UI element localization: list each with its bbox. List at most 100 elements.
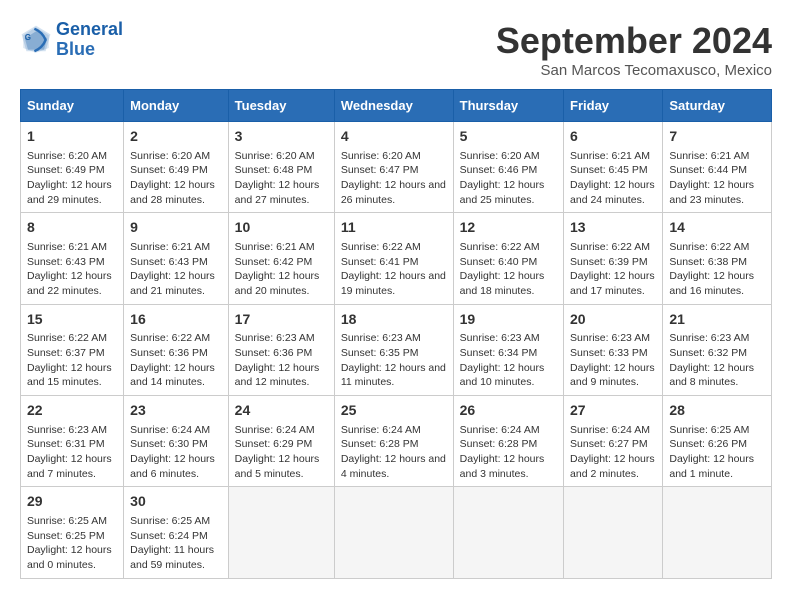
day-cell: 29Sunrise: 6:25 AMSunset: 6:25 PMDayligh… xyxy=(21,487,124,578)
sunrise: Sunrise: 6:23 AM xyxy=(669,332,749,344)
day-number: 9 xyxy=(130,218,222,238)
sunset: Sunset: 6:49 PM xyxy=(130,164,208,176)
sunrise: Sunrise: 6:24 AM xyxy=(130,424,210,436)
daylight: Daylight: 12 hours and 4 minutes. xyxy=(341,453,446,480)
sunrise: Sunrise: 6:22 AM xyxy=(460,241,540,253)
sunrise: Sunrise: 6:20 AM xyxy=(235,150,315,162)
sunset: Sunset: 6:31 PM xyxy=(27,438,105,450)
day-cell: 30Sunrise: 6:25 AMSunset: 6:24 PMDayligh… xyxy=(124,487,229,578)
day-cell: 16Sunrise: 6:22 AMSunset: 6:36 PMDayligh… xyxy=(124,304,229,395)
daylight: Daylight: 12 hours and 25 minutes. xyxy=(460,179,545,206)
day-number: 22 xyxy=(27,401,117,421)
day-cell: 11Sunrise: 6:22 AMSunset: 6:41 PMDayligh… xyxy=(334,213,453,304)
col-header-sunday: Sunday xyxy=(21,90,124,122)
sunrise: Sunrise: 6:21 AM xyxy=(27,241,107,253)
daylight: Daylight: 12 hours and 0 minutes. xyxy=(27,544,112,571)
day-number: 4 xyxy=(341,127,447,147)
day-number: 19 xyxy=(460,310,557,330)
day-number: 7 xyxy=(669,127,765,147)
daylight: Daylight: 12 hours and 2 minutes. xyxy=(570,453,655,480)
day-cell xyxy=(334,487,453,578)
daylight: Daylight: 12 hours and 7 minutes. xyxy=(27,453,112,480)
daylight: Daylight: 12 hours and 14 minutes. xyxy=(130,362,215,389)
day-cell: 10Sunrise: 6:21 AMSunset: 6:42 PMDayligh… xyxy=(228,213,334,304)
day-cell: 26Sunrise: 6:24 AMSunset: 6:28 PMDayligh… xyxy=(453,396,563,487)
week-row-1: 1Sunrise: 6:20 AMSunset: 6:49 PMDaylight… xyxy=(21,122,772,213)
day-cell: 27Sunrise: 6:24 AMSunset: 6:27 PMDayligh… xyxy=(564,396,663,487)
col-header-tuesday: Tuesday xyxy=(228,90,334,122)
day-cell: 14Sunrise: 6:22 AMSunset: 6:38 PMDayligh… xyxy=(663,213,772,304)
sunrise: Sunrise: 6:24 AM xyxy=(570,424,650,436)
sunrise: Sunrise: 6:22 AM xyxy=(27,332,107,344)
sunrise: Sunrise: 6:22 AM xyxy=(570,241,650,253)
day-number: 20 xyxy=(570,310,656,330)
daylight: Daylight: 12 hours and 27 minutes. xyxy=(235,179,320,206)
sunrise: Sunrise: 6:25 AM xyxy=(130,515,210,527)
day-cell: 24Sunrise: 6:24 AMSunset: 6:29 PMDayligh… xyxy=(228,396,334,487)
day-cell: 17Sunrise: 6:23 AMSunset: 6:36 PMDayligh… xyxy=(228,304,334,395)
day-cell: 1Sunrise: 6:20 AMSunset: 6:49 PMDaylight… xyxy=(21,122,124,213)
daylight: Daylight: 12 hours and 5 minutes. xyxy=(235,453,320,480)
daylight: Daylight: 11 hours and 59 minutes. xyxy=(130,544,214,571)
sunrise: Sunrise: 6:25 AM xyxy=(669,424,749,436)
sunset: Sunset: 6:33 PM xyxy=(570,347,648,359)
daylight: Daylight: 12 hours and 12 minutes. xyxy=(235,362,320,389)
sunset: Sunset: 6:28 PM xyxy=(460,438,538,450)
day-cell: 23Sunrise: 6:24 AMSunset: 6:30 PMDayligh… xyxy=(124,396,229,487)
week-row-2: 8 Sunrise: 6:21 AM Sunset: 6:43 PM Daylight… xyxy=(21,213,772,304)
sunset: Sunset: 6:26 PM xyxy=(669,438,747,450)
day-number: 23 xyxy=(130,401,222,421)
sunset: Sunset: 6:48 PM xyxy=(235,164,313,176)
day-number: 21 xyxy=(669,310,765,330)
daylight: Daylight: 12 hours and 22 minutes. xyxy=(27,270,112,297)
sunrise: Sunrise: 6:21 AM xyxy=(669,150,749,162)
sunrise: Sunrise: 6:21 AM xyxy=(570,150,650,162)
day-number: 26 xyxy=(460,401,557,421)
day-number: 8 xyxy=(27,218,117,238)
location: San Marcos Tecomaxusco, Mexico xyxy=(496,62,772,79)
calendar-table: SundayMondayTuesdayWednesdayThursdayFrid… xyxy=(20,89,772,579)
daylight: Daylight: 12 hours and 24 minutes. xyxy=(570,179,655,206)
sunrise: Sunrise: 6:20 AM xyxy=(460,150,540,162)
daylight: Daylight: 12 hours and 28 minutes. xyxy=(130,179,215,206)
col-header-friday: Friday xyxy=(564,90,663,122)
day-number: 3 xyxy=(235,127,328,147)
sunset: Sunset: 6:42 PM xyxy=(235,256,313,268)
sunrise: Sunrise: 6:20 AM xyxy=(130,150,210,162)
daylight: Daylight: 12 hours and 19 minutes. xyxy=(341,270,446,297)
day-number: 15 xyxy=(27,310,117,330)
sunset: Sunset: 6:40 PM xyxy=(460,256,538,268)
daylight: Daylight: 12 hours and 23 minutes. xyxy=(669,179,754,206)
sunrise: Sunrise: 6:23 AM xyxy=(460,332,540,344)
day-number: 24 xyxy=(235,401,328,421)
daylight: Daylight: 12 hours and 29 minutes. xyxy=(27,179,112,206)
day-number: 5 xyxy=(460,127,557,147)
day-number: 25 xyxy=(341,401,447,421)
day-cell: 6Sunrise: 6:21 AMSunset: 6:45 PMDaylight… xyxy=(564,122,663,213)
sunset: Sunset: 6:36 PM xyxy=(235,347,313,359)
day-cell: 7 Sunrise: 6:21 AM Sunset: 6:44 PM Daylight… xyxy=(663,122,772,213)
sunrise: Sunrise: 6:24 AM xyxy=(341,424,421,436)
day-number: 13 xyxy=(570,218,656,238)
sunset: Sunset: 6:44 PM xyxy=(669,164,747,176)
sunrise: Sunrise: 6:21 AM xyxy=(235,241,315,253)
sunset: Sunset: 6:25 PM xyxy=(27,530,105,542)
logo: G General Blue xyxy=(20,20,123,60)
daylight: Daylight: 12 hours and 15 minutes. xyxy=(27,362,112,389)
sunset: Sunset: 6:30 PM xyxy=(130,438,208,450)
sunset: Sunset: 6:41 PM xyxy=(341,256,419,268)
week-row-5: 29Sunrise: 6:25 AMSunset: 6:25 PMDayligh… xyxy=(21,487,772,578)
sunset: Sunset: 6:43 PM xyxy=(130,256,208,268)
day-cell: 12Sunrise: 6:22 AMSunset: 6:40 PMDayligh… xyxy=(453,213,563,304)
daylight: Daylight: 12 hours and 3 minutes. xyxy=(460,453,545,480)
sunset: Sunset: 6:34 PM xyxy=(460,347,538,359)
sunset: Sunset: 6:47 PM xyxy=(341,164,419,176)
day-number: 27 xyxy=(570,401,656,421)
day-cell: 18Sunrise: 6:23 AMSunset: 6:35 PMDayligh… xyxy=(334,304,453,395)
sunrise: Sunrise: 6:23 AM xyxy=(341,332,421,344)
col-header-saturday: Saturday xyxy=(663,90,772,122)
day-number: 14 xyxy=(669,218,765,238)
day-number: 11 xyxy=(341,218,447,238)
header-row: SundayMondayTuesdayWednesdayThursdayFrid… xyxy=(21,90,772,122)
day-cell: 28Sunrise: 6:25 AMSunset: 6:26 PMDayligh… xyxy=(663,396,772,487)
